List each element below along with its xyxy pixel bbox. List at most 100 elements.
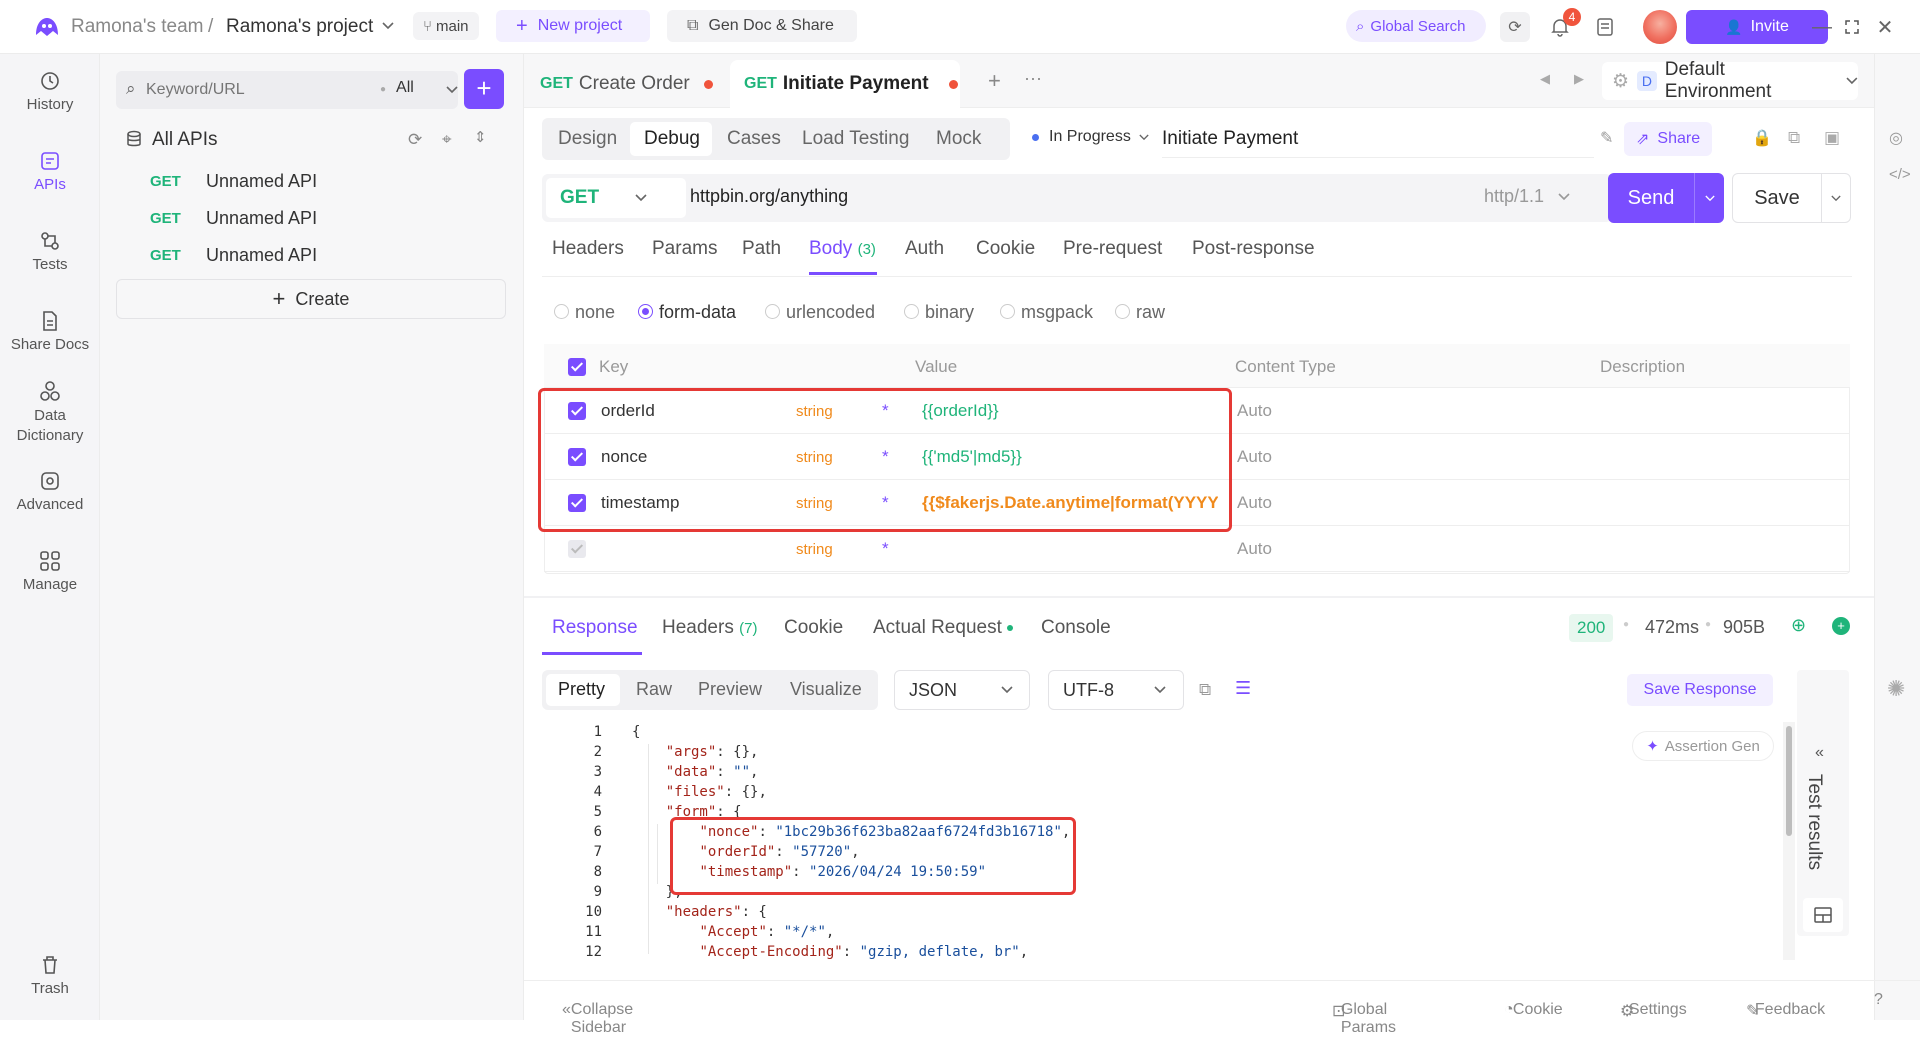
body-type-raw[interactable]: raw xyxy=(1115,302,1165,323)
edit-icon[interactable]: ✎ xyxy=(1600,128,1613,148)
mode-load-testing[interactable]: Load Testing xyxy=(802,128,909,150)
nav-apis[interactable]: APIs xyxy=(0,150,100,193)
tab-auth[interactable]: Auth xyxy=(905,238,944,260)
view-preview[interactable]: Preview xyxy=(698,679,762,700)
required-icon[interactable]: * xyxy=(882,526,889,572)
more-icon[interactable]: ··· xyxy=(1024,68,1042,89)
tab-next-icon[interactable]: ▶ xyxy=(1574,71,1584,87)
invite-button[interactable]: 👤 Invite xyxy=(1686,10,1828,44)
param-content-type[interactable]: Auto xyxy=(1237,480,1272,526)
mode-debug[interactable]: Debug xyxy=(644,128,700,150)
tab-path[interactable]: Path xyxy=(742,238,781,260)
project-name[interactable]: Ramona's project xyxy=(226,16,373,38)
mode-design[interactable]: Design xyxy=(558,128,617,150)
branch-selector[interactable]: ⑂ main xyxy=(413,12,479,40)
sync-icon[interactable]: ⟳ xyxy=(1500,12,1530,42)
avatar[interactable] xyxy=(1643,10,1677,44)
feedback-button[interactable]: ✎ Feedback xyxy=(1746,991,1825,1020)
minimize-icon[interactable]: — xyxy=(1808,12,1836,42)
wrap-lines-icon[interactable]: ☰ xyxy=(1235,678,1251,699)
tab-cookie[interactable]: Cookie xyxy=(976,238,1035,260)
team-name[interactable]: Ramona's team xyxy=(71,16,203,38)
save-button[interactable]: Save xyxy=(1732,173,1822,223)
param-type[interactable]: string xyxy=(796,526,833,572)
globe-icon[interactable]: ⊕ xyxy=(1791,615,1806,636)
assertion-gen-button[interactable]: ✦ Assertion Gen xyxy=(1632,731,1774,761)
param-content-type[interactable]: Auto xyxy=(1237,526,1272,572)
save-options-button[interactable] xyxy=(1821,173,1851,223)
cookie-button[interactable]: ◔ Cookie xyxy=(1504,991,1563,1018)
status-selector[interactable]: In Progress xyxy=(1018,128,1149,146)
refresh-icon[interactable]: ⟳ xyxy=(408,130,422,150)
nav-trash[interactable]: Trash xyxy=(0,954,100,997)
mode-mock[interactable]: Mock xyxy=(936,128,981,150)
view-visualize[interactable]: Visualize xyxy=(790,679,862,700)
body-type-none[interactable]: none xyxy=(554,302,615,323)
nav-advanced[interactable]: Advanced xyxy=(0,470,100,513)
tab-prev-icon[interactable]: ◀ xyxy=(1540,71,1550,87)
tab-response-cookie[interactable]: Cookie xyxy=(784,617,843,639)
nav-manage[interactable]: Manage xyxy=(0,550,100,593)
add-tab-icon[interactable]: + xyxy=(988,68,1001,94)
expand-collapse-icon[interactable]: ⇕ xyxy=(474,128,487,146)
code-icon[interactable]: </> xyxy=(1889,166,1911,183)
filter-select[interactable]: ● All xyxy=(380,79,414,97)
encoding-select[interactable]: UTF-8 xyxy=(1048,670,1184,710)
global-search-button[interactable]: ⌕ Global Search xyxy=(1346,10,1486,42)
add-assertion-icon[interactable]: + xyxy=(1832,617,1850,635)
share-button[interactable]: ⇗ Share xyxy=(1624,122,1713,156)
scrollbar-thumb[interactable] xyxy=(1786,726,1792,836)
tab-console[interactable]: Console xyxy=(1041,617,1111,639)
param-content-type[interactable]: Auto xyxy=(1237,388,1272,434)
method-select[interactable]: GET xyxy=(546,178,686,218)
lock-icon[interactable]: 🔒 xyxy=(1752,128,1772,148)
list-item[interactable]: GET Unnamed API xyxy=(150,166,317,196)
create-button[interactable]: + Create xyxy=(116,279,506,319)
view-pretty[interactable]: Pretty xyxy=(558,679,605,700)
tab-actual-request[interactable]: Actual Request xyxy=(873,617,1013,639)
ai-assistant-icon[interactable]: ✺ xyxy=(1887,676,1905,702)
mode-cases[interactable]: Cases xyxy=(727,128,781,150)
send-options-button[interactable] xyxy=(1694,173,1724,223)
protocol-select[interactable]: http/1.1 xyxy=(1484,186,1570,207)
new-project-button[interactable]: + New project xyxy=(496,10,650,42)
test-results-panel-toggle[interactable]: « Test results xyxy=(1797,670,1849,936)
scrollbar[interactable] xyxy=(1783,722,1795,960)
all-apis-title[interactable]: All APIs xyxy=(152,129,217,151)
list-item[interactable]: GET Unnamed API xyxy=(150,240,317,270)
settings-button[interactable]: ⚙ Settings xyxy=(1620,991,1687,1020)
maximize-icon[interactable] xyxy=(1838,12,1866,42)
layout-icon[interactable] xyxy=(1803,898,1843,932)
chevron-down-icon[interactable] xyxy=(382,22,394,30)
body-type-msgpack[interactable]: msgpack xyxy=(1000,302,1093,323)
document-icon[interactable] xyxy=(1590,12,1620,42)
view-raw[interactable]: Raw xyxy=(636,679,672,700)
body-type-binary[interactable]: binary xyxy=(904,302,974,323)
tab-create-order[interactable]: GET Create Order xyxy=(524,60,720,108)
tab-pre-request[interactable]: Pre-request xyxy=(1063,238,1162,260)
collapse-sidebar-button[interactable]: « Collapse Sidebar xyxy=(562,991,633,1036)
global-params-button[interactable]: ⊡ Global Params xyxy=(1332,991,1396,1036)
send-button[interactable]: Send xyxy=(1608,173,1694,223)
locate-icon[interactable]: ⌖ xyxy=(442,130,452,150)
copy-icon[interactable]: ⧉ xyxy=(1788,128,1800,148)
api-name-field[interactable]: Initiate Payment xyxy=(1162,120,1594,158)
nav-data-dictionary[interactable]: Data Dictionary xyxy=(0,380,100,446)
search-input[interactable] xyxy=(146,77,346,103)
add-api-button[interactable]: + xyxy=(464,69,504,109)
copy-icon[interactable]: ⧉ xyxy=(1199,680,1211,700)
row-checkbox[interactable] xyxy=(568,526,586,572)
url-input[interactable]: httpbin.org/anything xyxy=(690,186,848,207)
body-type-urlencoded[interactable]: urlencoded xyxy=(765,302,875,323)
tab-body[interactable]: Body (3) xyxy=(809,238,876,260)
nav-share-docs[interactable]: Share Docs xyxy=(0,310,100,353)
tab-headers[interactable]: Headers xyxy=(552,238,624,260)
tab-response-headers[interactable]: Headers (7) xyxy=(662,617,757,639)
splitter[interactable] xyxy=(524,596,1874,598)
close-icon[interactable]: ✕ xyxy=(1870,12,1900,42)
nav-history[interactable]: History xyxy=(0,70,100,113)
body-type-form-data[interactable]: form-data xyxy=(638,302,736,323)
tab-post-response[interactable]: Post-response xyxy=(1192,238,1315,260)
gen-doc-share-button[interactable]: ⧉ Gen Doc & Share xyxy=(667,10,857,42)
chevron-down-icon[interactable] xyxy=(446,86,458,94)
